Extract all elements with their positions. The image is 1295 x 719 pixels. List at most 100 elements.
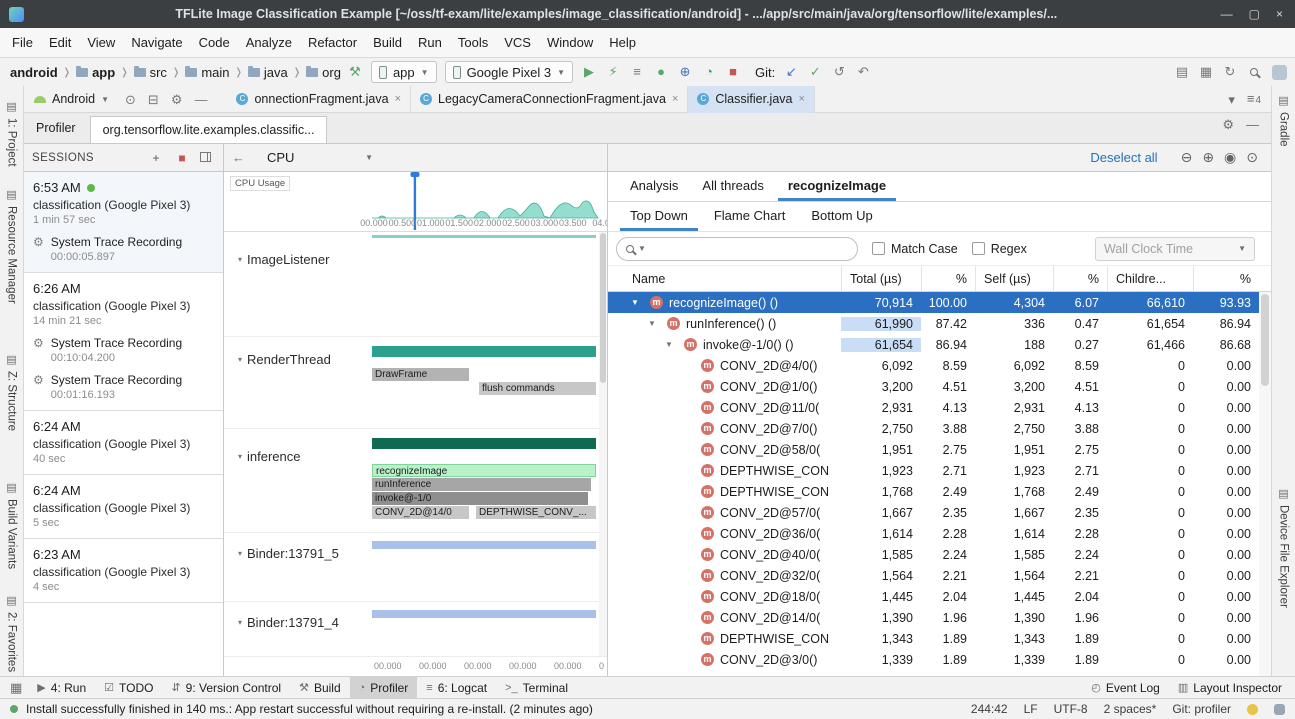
thread-lane-label[interactable]: ▾inference	[238, 449, 301, 464]
table-row[interactable]: mCONV_2D@18/0(1,4452.041,4452.0400.00	[608, 586, 1259, 607]
thread-state-bar[interactable]	[372, 346, 596, 357]
session-item[interactable]: 6:23 AMclassification (Google Pixel 3)4 …	[24, 539, 223, 603]
session-item[interactable]: 6:24 AMclassification (Google Pixel 3)40…	[24, 411, 223, 475]
trace-event-bar[interactable]: flush commands	[479, 382, 596, 395]
table-row[interactable]: mCONV_2D@11/0(2,9314.132,9314.1300.00	[608, 397, 1259, 418]
menu-navigate[interactable]: Navigate	[123, 28, 190, 58]
stage-select[interactable]: CPU ▼	[261, 150, 379, 165]
session-item[interactable]: 6:53 AMclassification (Google Pixel 3)1 …	[24, 172, 223, 273]
locate-file-icon[interactable]: ⊙	[119, 86, 142, 113]
table-row[interactable]: mCONV_2D@14/0(1,3901.961,3901.9600.00	[608, 607, 1259, 628]
table-row[interactable]: mCONV_2D@32/0(1,5642.211,5642.2100.00	[608, 565, 1259, 586]
tool-button-profiler[interactable]: ◔Profiler	[350, 677, 418, 699]
breadcrumb-item[interactable]: app	[74, 65, 117, 80]
minimize-button[interactable]: —	[1221, 7, 1233, 21]
session-item[interactable]: 6:26 AMclassification (Google Pixel 3)14…	[24, 273, 223, 411]
scrollbar-thumb[interactable]	[1261, 294, 1269, 386]
close-tab-icon[interactable]: ×	[672, 93, 678, 105]
table-row[interactable]: ▼mrunInference() ()61,99087.423360.4761,…	[608, 313, 1259, 334]
sync-icon[interactable]: ↻	[1218, 60, 1242, 84]
stripe-2-favorites[interactable]: ▤2: Favorites	[5, 594, 18, 672]
table-row[interactable]: mCONV_2D@58/0(1,9512.751,9512.7500.00	[608, 439, 1259, 460]
layout-validation-icon[interactable]: ▦	[1194, 60, 1218, 84]
menu-view[interactable]: View	[79, 28, 123, 58]
timeline-scrollbar[interactable]	[599, 232, 607, 656]
breadcrumb-item[interactable]: src	[132, 65, 169, 80]
thread-lane-label[interactable]: ▾RenderThread	[238, 352, 331, 367]
tool-button-layout-inspector[interactable]: ▥Layout Inspector	[1169, 677, 1291, 699]
table-row[interactable]: mDEPTHWISE_CON1,7682.491,7682.4900.00	[608, 481, 1259, 502]
menu-tools[interactable]: Tools	[450, 28, 496, 58]
tool-button-6-logcat[interactable]: ≡6: Logcat	[417, 677, 496, 699]
editor-tab[interactable]: ConnectionFragment.java×	[227, 86, 411, 113]
tab-all-threads[interactable]: All threads	[692, 172, 773, 201]
trace-event-bar[interactable]: CONV_2D@14/0	[372, 506, 469, 519]
table-scrollbar[interactable]	[1259, 292, 1271, 676]
recording-item[interactable]: ⚙System Trace Recording00:01:16.193	[33, 373, 214, 401]
collapse-all-icon[interactable]: ⊟	[142, 86, 165, 113]
subtab-flame-chart[interactable]: Flame Chart	[704, 202, 796, 231]
expand-arrow-icon[interactable]: ▼	[631, 298, 650, 307]
tool-button-terminal[interactable]: >_Terminal	[496, 677, 577, 699]
indent-widget[interactable]: 2 spaces*	[1104, 702, 1157, 716]
close-tab-icon[interactable]: ×	[395, 93, 401, 105]
git-branch-widget[interactable]: Git: profiler	[1172, 702, 1231, 716]
back-icon[interactable]: ←	[232, 144, 251, 171]
breadcrumb-item[interactable]: main	[183, 65, 231, 80]
device-manager-icon[interactable]: ▤	[1170, 60, 1194, 84]
close-tab-icon[interactable]: ×	[799, 93, 805, 105]
notifications-icon[interactable]	[1247, 704, 1258, 715]
cpu-usage-chart[interactable]: CPU Usage 00.00000.50001.00001.50002.000…	[224, 172, 607, 232]
menu-help[interactable]: Help	[601, 28, 644, 58]
project-view-select[interactable]: Android ▼	[24, 92, 119, 106]
trace-event-bar[interactable]: recognizeImage	[372, 464, 596, 477]
column-header[interactable]: Childre...	[1107, 266, 1193, 291]
encoding-widget[interactable]: UTF-8	[1054, 702, 1088, 716]
update-project-icon[interactable]: ↙	[779, 60, 803, 84]
thread-state-bar[interactable]	[372, 610, 596, 618]
close-button[interactable]: ×	[1276, 7, 1283, 21]
trace-event-bar[interactable]: DEPTHWISE_CONV_...	[476, 506, 596, 519]
thread-lane-label[interactable]: ▾ImageListener	[238, 252, 329, 267]
stop-session-icon[interactable]: ■	[170, 146, 194, 170]
table-row[interactable]: mCONV_2D@7/0()2,7503.882,7503.8800.00	[608, 418, 1259, 439]
column-header[interactable]: %	[1053, 266, 1107, 291]
tool-button-4-run[interactable]: ▶4: Run	[28, 677, 95, 699]
profile-icon[interactable]: ◔	[697, 60, 721, 84]
zoom-in-icon[interactable]: ⊕	[1197, 149, 1219, 166]
stripe-gradle[interactable]: ▤Gradle	[1277, 94, 1290, 147]
tool-button-build[interactable]: ⚒Build	[290, 677, 350, 699]
table-row[interactable]: ▼mrecognizeImage() ()70,914100.004,3046.…	[608, 292, 1259, 313]
add-session-icon[interactable]: +	[144, 146, 168, 170]
editor-tab[interactable]: CClassifier.java×	[688, 86, 815, 113]
table-row[interactable]: mCONV_2D@57/0(1,6672.351,6672.3500.00	[608, 502, 1259, 523]
trace-event-bar[interactable]: invoke@-1/0	[372, 492, 588, 505]
stripe-1-project[interactable]: ▤1: Project	[5, 100, 18, 167]
regex-checkbox[interactable]: Regex	[972, 242, 1027, 256]
search-everywhere-icon[interactable]	[1242, 60, 1266, 84]
settings-gear-icon[interactable]: ⚙	[1216, 111, 1240, 138]
breadcrumb-item[interactable]: java	[246, 65, 290, 80]
run-config-select[interactable]: app ▼	[371, 61, 437, 83]
menu-file[interactable]: File	[4, 28, 41, 58]
collapse-sessions-icon[interactable]	[196, 151, 215, 165]
thread-state-bar[interactable]	[372, 438, 596, 449]
table-row[interactable]: mDEPTHWISE_CON1,9232.711,9232.7100.00	[608, 460, 1259, 481]
reset-zoom-icon[interactable]: ◉	[1219, 149, 1241, 166]
menu-edit[interactable]: Edit	[41, 28, 79, 58]
table-row[interactable]: mCONV_2D@4/0()6,0928.596,0928.5900.00	[608, 355, 1259, 376]
menu-window[interactable]: Window	[539, 28, 601, 58]
editor-tab[interactable]: CLegacyCameraConnectionFragment.java×	[411, 86, 688, 113]
table-row[interactable]: mCONV_2D@1/0()3,2004.513,2004.5100.00	[608, 376, 1259, 397]
stripe-resource-manager[interactable]: ▤Resource Manager	[5, 188, 18, 304]
menu-vcs[interactable]: VCS	[496, 28, 539, 58]
tool-button-9-version-control[interactable]: ⇵9: Version Control	[162, 677, 290, 699]
settings-icon[interactable]: ⚙	[165, 86, 189, 113]
thread-lane-label[interactable]: ▾Binder:13791_5	[238, 546, 339, 561]
recording-item[interactable]: ⚙System Trace Recording00:00:05.897	[33, 235, 214, 263]
recording-item[interactable]: ⚙System Trace Recording00:10:04.200	[33, 336, 214, 364]
subtab-top-down[interactable]: Top Down	[620, 202, 698, 231]
commit-icon[interactable]: ✓	[803, 60, 827, 84]
breadcrumb-item[interactable]: android	[8, 65, 60, 80]
zoom-out-icon[interactable]: ⊖	[1176, 149, 1198, 166]
